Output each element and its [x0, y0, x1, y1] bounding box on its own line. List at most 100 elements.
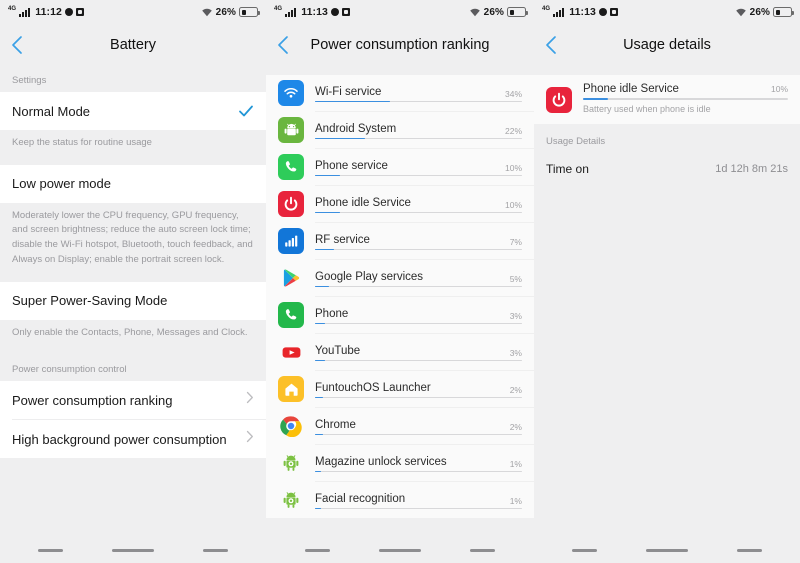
battery-percent-label: 26%	[483, 6, 504, 18]
rank-row[interactable]: YouTube 3%	[266, 334, 534, 370]
rank-row-body: Android System 22%	[315, 121, 522, 140]
status-bar-panel2: 4G 11:13 26%	[266, 0, 534, 24]
youtube-icon	[278, 339, 304, 365]
rank-percent: 1%	[509, 495, 522, 506]
nav-home-dash[interactable]	[111, 548, 154, 552]
normal-mode-description: Keep the status for routine usage	[0, 130, 266, 165]
rank-bar-fill	[315, 359, 326, 362]
super-saving-description: Only enable the Contacts, Phone, Message…	[0, 319, 266, 355]
rank-row[interactable]: Google Play services 5%	[266, 260, 534, 296]
chevron-right-icon	[246, 430, 254, 448]
square-icon	[342, 8, 350, 16]
link-high-background-power[interactable]: High background power consumption	[0, 420, 266, 459]
rank-row[interactable]: Phone idle Service 10%	[266, 186, 534, 222]
rank-row[interactable]: Phone 3%	[266, 297, 534, 333]
rank-bar-fill	[315, 322, 326, 325]
normal-mode-row[interactable]: Normal Mode	[0, 92, 266, 130]
rank-bar-track	[315, 211, 522, 214]
nav-back-dash[interactable]	[38, 548, 64, 552]
rank-row[interactable]: Phone service 10%	[266, 149, 534, 185]
usage-entry-bar-track	[583, 98, 788, 100]
back-button-panel3[interactable]	[534, 24, 568, 65]
chevron-right-icon	[246, 391, 254, 409]
dot-icon	[599, 8, 607, 16]
ranking-list: Wi-Fi service 34% Android System 22% Phone s…	[266, 75, 534, 518]
low-power-row[interactable]: Low power mode	[0, 164, 266, 203]
super-saving-row[interactable]: Super Power-Saving Mode	[0, 281, 266, 320]
nav-recents-dash[interactable]	[470, 548, 496, 552]
page-title-panel1: Battery	[110, 36, 156, 53]
battery-icon	[773, 7, 794, 17]
square-icon	[610, 8, 618, 16]
chrome-icon	[278, 413, 304, 439]
usage-scroll-area[interactable]: Phone idle Service 10% Battery used when…	[534, 65, 800, 537]
home-launcher-icon	[278, 376, 304, 402]
rank-percent: 2%	[509, 421, 522, 432]
rank-row-line: Google Play services 5%	[315, 271, 522, 284]
dot-icon	[331, 8, 339, 16]
rank-bar-track	[315, 433, 522, 436]
rank-bar-fill	[315, 174, 340, 177]
rank-row[interactable]: Facial recognition 1%	[266, 482, 534, 518]
rank-bar-fill	[315, 100, 390, 103]
normal-mode-card: Normal Mode	[0, 92, 266, 130]
ranking-scroll-area[interactable]: Wi-Fi service 34% Android System 22% Phone s…	[266, 65, 534, 537]
nav-back-dash[interactable]	[572, 548, 598, 552]
android-gear-icon	[278, 487, 304, 513]
usage-entry-header: Phone idle Service 10% Battery used when…	[546, 83, 788, 114]
nav-recents-dash[interactable]	[736, 548, 762, 552]
back-button-panel1[interactable]	[0, 24, 34, 65]
rank-row-body: Magazine unlock services 1%	[315, 454, 522, 473]
rank-app-name: Phone	[315, 307, 349, 320]
usage-entry-line: Phone idle Service 10%	[583, 83, 788, 95]
rank-row[interactable]: Chrome 2%	[266, 408, 534, 444]
low-power-description: Moderately lower the CPU frequency, GPU …	[0, 202, 266, 282]
rank-row-line: Phone 3%	[315, 307, 522, 321]
rank-percent: 2%	[509, 384, 522, 395]
wifi-icon	[735, 7, 747, 17]
usage-entry-bar-fill	[583, 98, 608, 100]
rank-row[interactable]: FuntouchOS Launcher 2%	[266, 371, 534, 407]
rank-row-body: Phone 3%	[315, 306, 522, 325]
signal-bars-icon	[285, 7, 297, 17]
nav-recents-dash[interactable]	[202, 548, 228, 552]
usage-detail-row: Time on 1d 12h 8m 21s	[534, 152, 800, 185]
rank-app-name: YouTube	[315, 344, 361, 357]
wifi-icon	[201, 7, 213, 17]
power-idle-icon	[546, 87, 572, 113]
rank-bar-track	[315, 100, 522, 103]
rank-bar-fill	[315, 470, 322, 473]
rank-row[interactable]: Magazine unlock services 1%	[266, 445, 534, 481]
link-label: Power consumption ranking	[12, 392, 173, 408]
nav-back-dash[interactable]	[304, 548, 330, 552]
usage-entry-description: Battery used when phone is idle	[583, 103, 711, 114]
signal-rf-icon	[278, 228, 304, 254]
status-clock: 11:13	[569, 6, 596, 18]
rank-app-name: Chrome	[315, 418, 356, 431]
rank-row[interactable]: Android System 22%	[266, 112, 534, 148]
rank-row-line: YouTube 3%	[315, 344, 522, 358]
usage-entry-card: Phone idle Service 10% Battery used when…	[534, 75, 800, 124]
rank-percent: 34%	[504, 88, 522, 99]
rank-row-body: Facial recognition 1%	[315, 491, 522, 510]
settings-scroll-area[interactable]: Settings Normal Mode Keep the status for…	[0, 65, 266, 537]
app-bar-panel1: Battery	[0, 24, 266, 65]
phone-service-icon	[278, 154, 304, 180]
square-icon	[76, 8, 84, 16]
status-bar-left: 4G 11:13	[274, 6, 350, 18]
rank-bar-fill	[315, 137, 365, 140]
rank-row[interactable]: Wi-Fi service 34%	[266, 75, 534, 111]
dot-icon	[65, 8, 73, 16]
network-type-label: 4G	[542, 6, 551, 12]
link-power-consumption-ranking[interactable]: Power consumption ranking	[0, 381, 266, 420]
rank-row-line: FuntouchOS Launcher 2%	[315, 382, 522, 395]
android-gear-icon	[278, 450, 304, 476]
nav-home-dash[interactable]	[378, 548, 421, 552]
status-bar-left: 4G 11:12	[8, 6, 84, 18]
rank-row-line: Facial recognition 1%	[315, 492, 522, 506]
signal-bars-icon	[553, 7, 565, 17]
rank-row[interactable]: RF service 7%	[266, 223, 534, 259]
rank-app-name: Facial recognition	[315, 492, 406, 505]
nav-home-dash[interactable]	[645, 548, 688, 552]
back-button-panel2[interactable]	[266, 24, 300, 65]
